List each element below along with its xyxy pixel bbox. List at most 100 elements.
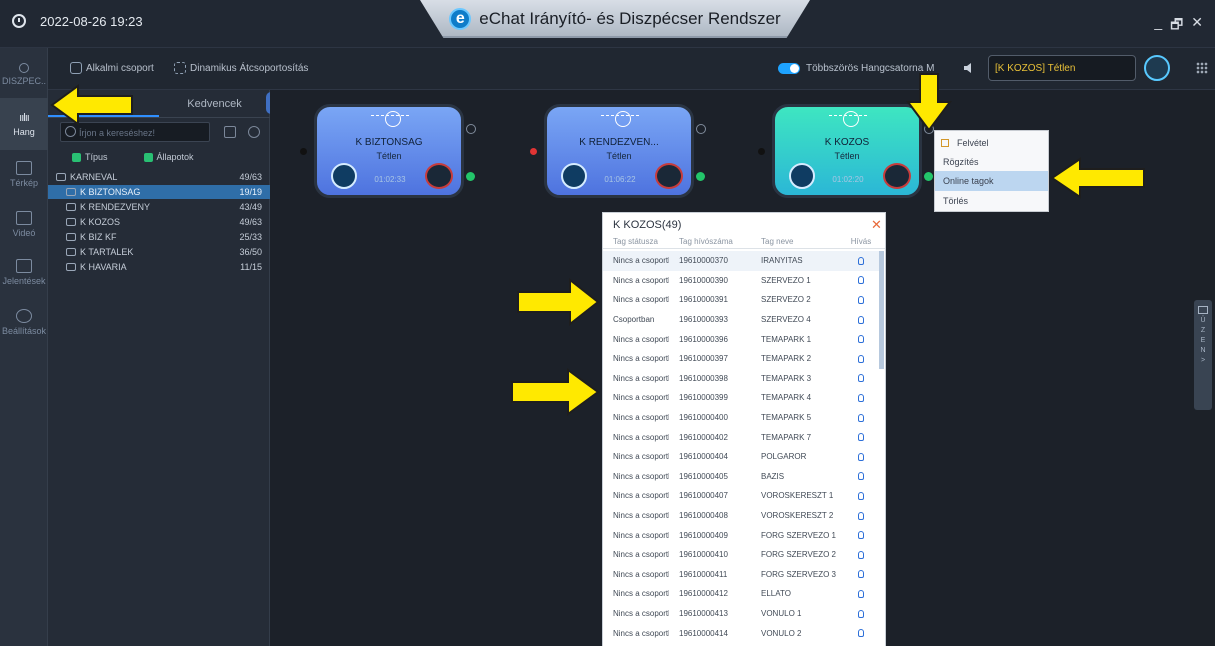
tree-item[interactable]: K HAVARIA 11/15 [48,260,270,274]
popup-table-header: Tag státusza Tag hívószáma Tag neve Hívá… [603,235,885,249]
member-number: 19610000397 [679,354,728,364]
volume-icon[interactable] [696,172,705,181]
tree-item[interactable]: KARNEVAL 49/63 [48,170,270,184]
card-settings-icon[interactable] [696,124,706,134]
call-button[interactable] [843,374,879,383]
share-icon[interactable] [224,126,236,138]
call-button[interactable] [843,472,879,481]
group-card[interactable]: K KOZOS Tétlen 01:02:20 [772,104,922,198]
menu-item-capture[interactable]: Rögzítés [935,152,1048,172]
refresh-icon[interactable] [248,126,260,138]
call-button[interactable] [843,276,879,285]
table-row[interactable]: Nincs a csoportban 19610000411 FORG SZER… [603,565,879,585]
call-button[interactable] [843,354,879,363]
menu-item-online-members[interactable]: Online tagok [935,171,1048,191]
volume-icon[interactable] [466,172,475,181]
call-button[interactable] [843,570,879,579]
temporary-group-button[interactable]: Alkalmi csoport [70,62,154,74]
call-button[interactable] [843,256,879,265]
table-row[interactable]: Nincs a csoportban 19610000412 ELLATO [603,584,879,604]
card-ptt-button[interactable] [789,163,815,189]
tree-item[interactable]: K KOZOS 49/63 [48,215,270,229]
call-button[interactable] [843,550,879,559]
table-row[interactable]: Nincs a csoportban 19610000405 BAZIS [603,467,879,487]
call-button[interactable] [843,433,879,442]
call-button[interactable] [843,295,879,304]
tree-item[interactable]: K BIZTONSAG 19/19 [48,185,270,199]
card-hangup-button[interactable] [655,163,683,189]
nav-hang[interactable]: ıılıı Hang [0,98,48,150]
call-button[interactable] [843,531,879,540]
table-row[interactable]: Nincs a csoportban 19610000410 FORG SZER… [603,545,879,565]
tab-favorites[interactable]: Kedvencek [159,90,270,117]
restore-button[interactable]: 🗗 [1170,14,1183,38]
volume-icon[interactable] [924,172,933,181]
call-button[interactable] [843,393,879,402]
tree-item[interactable]: K BIZ KF 25/33 [48,230,270,244]
group-card[interactable]: K BIZTONSAG Tétlen 01:02:33 [314,104,464,198]
card-hangup-button[interactable] [425,163,453,189]
call-button[interactable] [843,629,879,638]
nav-video[interactable]: Videó [0,198,48,250]
table-row[interactable]: Nincs a csoportban 19610000399 TEMAPARK … [603,388,879,408]
filter-type[interactable]: Típus [72,152,108,163]
call-button[interactable] [843,511,879,520]
menu-item-delete[interactable]: Törlés [935,191,1048,211]
member-number: 19610000402 [679,432,728,442]
card-ptt-button[interactable] [331,163,357,189]
table-row[interactable]: Nincs a csoportban 19610000397 TEMAPARK … [603,349,879,369]
speaker-icon[interactable] [963,62,977,74]
tree-item-count: 36/50 [239,247,262,257]
multi-channel-toggle[interactable] [778,63,800,74]
member-status: Nincs a csoportban [613,256,669,266]
minimize-button[interactable]: _ [1154,14,1162,38]
table-row[interactable]: Nincs a csoportban 19610000398 TEMAPARK … [603,369,879,389]
call-button[interactable] [843,315,879,324]
tree-item[interactable]: K TARTALEK 36/50 [48,245,270,259]
close-button[interactable]: ✕ [1191,14,1203,38]
nav-dispatcher[interactable]: DISZPEC.. [0,48,48,100]
table-row[interactable]: Nincs a csoportban 19610000408 VOROSKERE… [603,506,879,526]
popup-close-button[interactable]: ✕ [871,217,882,233]
call-button[interactable] [843,335,879,344]
card-hangup-button[interactable] [883,163,911,189]
call-button[interactable] [843,413,879,422]
nav-map[interactable]: Térkép [0,148,48,200]
nav-settings[interactable]: Beállítások [0,296,48,348]
mic-icon [858,452,864,461]
card-settings-icon[interactable] [466,124,476,134]
table-row[interactable]: Nincs a csoportban 19610000390 SZERVEZO … [603,271,879,291]
popup-scrollbar[interactable] [879,251,884,369]
card-call-timer: 01:02:33 [374,175,406,184]
card-group-name: K BIZTONSAG [355,137,423,148]
table-row[interactable]: Nincs a csoportban 19610000370 IRANYITAS [603,251,879,271]
apps-grid-icon[interactable] [1196,62,1208,74]
table-row[interactable]: Nincs a csoportban 19610000414 VONULO 2 [603,623,879,643]
map-icon [16,160,32,175]
col-header-name: Tag neve [761,237,794,246]
dynamic-regroup-button[interactable]: Dinamikus Átcsoportosítás [174,62,308,74]
table-row[interactable]: Nincs a csoportban 19610000413 VONULO 1 [603,604,879,624]
group-card[interactable]: K RENDEZVEN... Tétlen 01:06:22 [544,104,694,198]
tree-item[interactable]: K RENDEZVENY 43/49 [48,200,270,214]
table-row[interactable]: Nincs a csoportban 19610000400 TEMAPARK … [603,408,879,428]
table-row[interactable]: Nincs a csoportban 19610000402 TEMAPARK … [603,427,879,447]
call-button[interactable] [843,452,879,461]
nav-reports[interactable]: Jelentések [0,246,48,298]
table-row[interactable]: Nincs a csoportban 19610000409 FORG SZER… [603,525,879,545]
table-row[interactable]: Csoportban 19610000393 SZERVEZO 4 [603,310,879,330]
checkbox-icon[interactable] [941,139,949,147]
call-button[interactable] [843,609,879,618]
menu-item-record[interactable]: Felvétel [935,133,1048,153]
table-row[interactable]: Nincs a csoportban 19610000407 VOROSKERE… [603,486,879,506]
call-button[interactable] [843,491,879,500]
card-ptt-button[interactable] [561,163,587,189]
messages-side-tab[interactable]: Ü Z E N > [1194,300,1212,410]
table-row[interactable]: Nincs a csoportban 19610000404 POLGAROR [603,447,879,467]
filter-states[interactable]: Állapotok [143,152,194,163]
call-button[interactable] [843,589,879,598]
ptt-mic-button[interactable] [1144,55,1170,81]
table-row[interactable]: Nincs a csoportban 19610000396 TEMAPARK … [603,329,879,349]
member-name: VOROSKERESZT 1 [761,491,834,501]
table-row[interactable]: Nincs a csoportban 19610000391 SZERVEZO … [603,290,879,310]
